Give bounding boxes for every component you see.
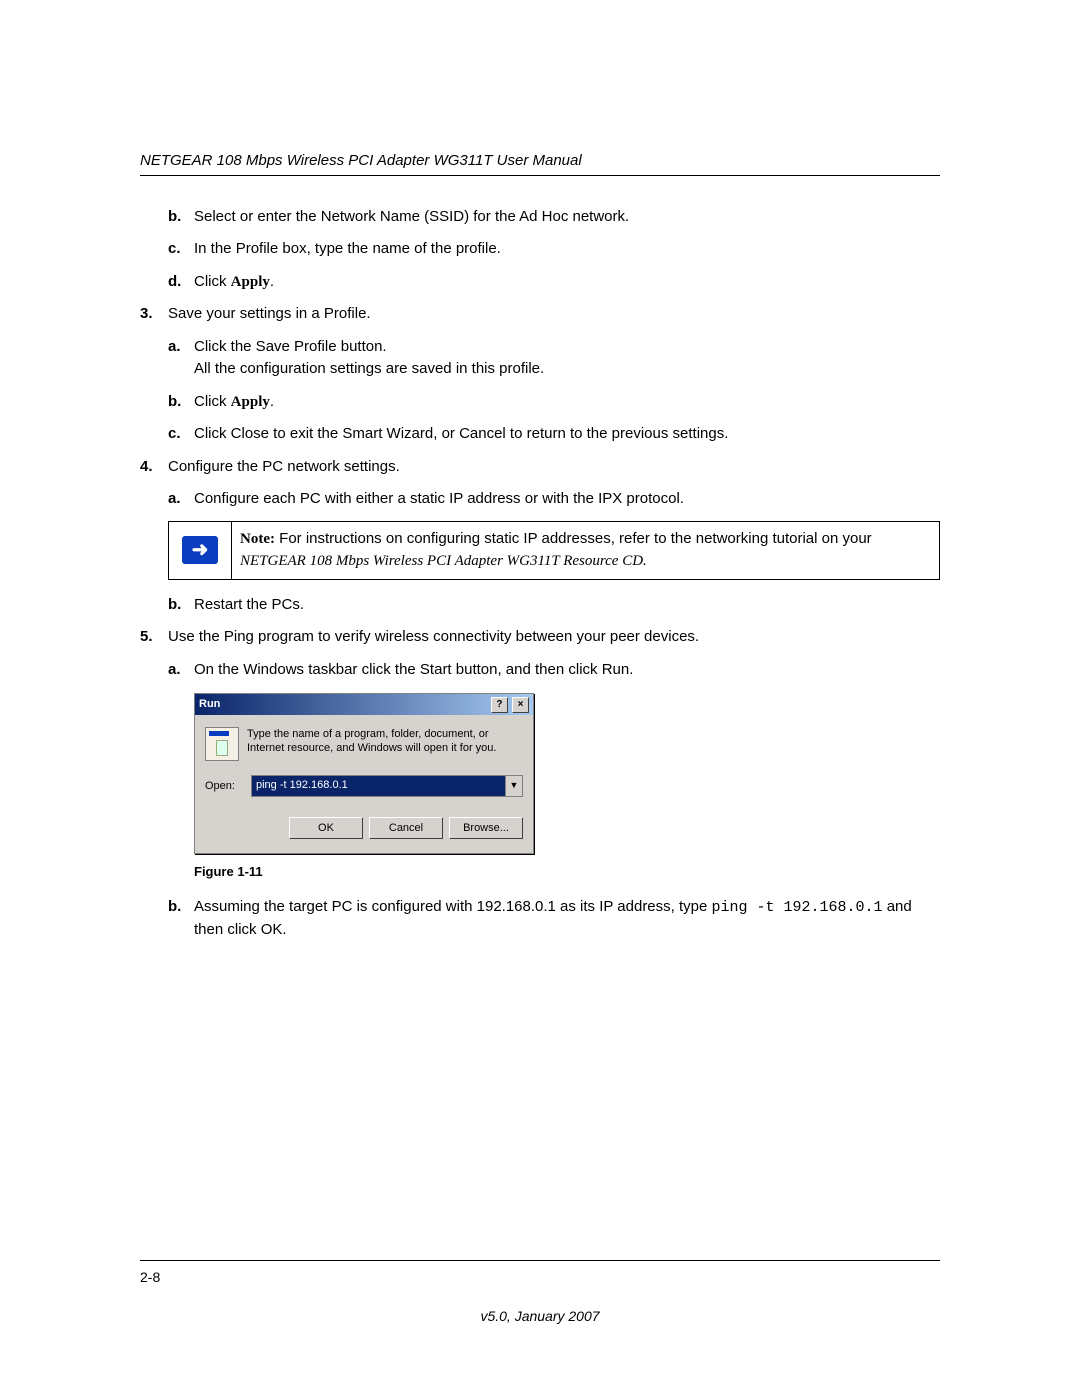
- browse-button[interactable]: Browse...: [449, 817, 523, 839]
- close-button[interactable]: ×: [512, 697, 529, 713]
- list-marker: 4.: [140, 456, 168, 479]
- footer-page-number: 2-8: [140, 1267, 160, 1288]
- step-2d-text: Click Apply.: [194, 271, 274, 294]
- step-2-sublist: b. Select or enter the Network Name (SSI…: [140, 206, 940, 294]
- step-2c-text: In the Profile box, type the name of the…: [194, 238, 501, 261]
- ok-button[interactable]: OK: [289, 817, 363, 839]
- note-arrow-icon: ➜: [182, 536, 218, 564]
- note-text: Note: For instructions on configuring st…: [232, 521, 940, 579]
- manual-page: NETGEAR 108 Mbps Wireless PCI Adapter WG…: [0, 0, 1080, 1397]
- help-button[interactable]: ?: [491, 697, 508, 713]
- run-dialog: Run ? × Type the name of a program, fold…: [194, 693, 534, 854]
- run-description: Type the name of a program, folder, docu…: [247, 727, 523, 761]
- step-2b-text: Select or enter the Network Name (SSID) …: [194, 206, 629, 229]
- list-marker: b.: [168, 594, 194, 617]
- list-marker: a.: [168, 488, 194, 511]
- step-3a-text: Click the Save Profile button. All the c…: [194, 336, 544, 381]
- step-3b-text: Click Apply.: [194, 391, 274, 414]
- step-5-text: Use the Ping program to verify wireless …: [168, 626, 699, 649]
- step-3-text: Save your settings in a Profile.: [168, 303, 371, 326]
- page-footer: 2-8 v5.0, January 2007: [140, 1260, 940, 1327]
- run-titlebar: Run ? ×: [195, 694, 533, 715]
- list-marker: c.: [168, 423, 194, 446]
- list-marker: 3.: [140, 303, 168, 326]
- open-input-value[interactable]: ping -t 192.168.0.1: [252, 776, 505, 796]
- list-marker: b.: [168, 206, 194, 229]
- list-marker: a.: [168, 336, 194, 381]
- open-label: Open:: [205, 778, 243, 795]
- step-5b-text: Assuming the target PC is configured wit…: [194, 896, 940, 942]
- list-marker: b.: [168, 391, 194, 414]
- list-marker: 5.: [140, 626, 168, 649]
- step-4a-text: Configure each PC with either a static I…: [194, 488, 684, 511]
- figure-run-dialog: Run ? × Type the name of a program, fold…: [140, 693, 940, 854]
- step-3c-text: Click Close to exit the Smart Wizard, or…: [194, 423, 728, 446]
- list-marker: a.: [168, 659, 194, 682]
- footer-version: v5.0, January 2007: [140, 1306, 940, 1327]
- run-title: Run: [199, 696, 220, 713]
- list-marker: d.: [168, 271, 194, 294]
- note-box: ➜ Note: For instructions on configuring …: [168, 521, 940, 580]
- step-4-text: Configure the PC network settings.: [168, 456, 400, 479]
- dropdown-button[interactable]: ▼: [505, 776, 522, 796]
- run-app-icon: [205, 727, 239, 761]
- list-marker: c.: [168, 238, 194, 261]
- cancel-button[interactable]: Cancel: [369, 817, 443, 839]
- page-header: NETGEAR 108 Mbps Wireless PCI Adapter WG…: [140, 150, 940, 176]
- list-marker: b.: [168, 896, 194, 942]
- step-5a-text: On the Windows taskbar click the Start b…: [194, 659, 633, 682]
- step-4b-text: Restart the PCs.: [194, 594, 304, 617]
- open-combobox[interactable]: ping -t 192.168.0.1 ▼: [251, 775, 523, 797]
- figure-caption: Figure 1-11: [140, 862, 940, 882]
